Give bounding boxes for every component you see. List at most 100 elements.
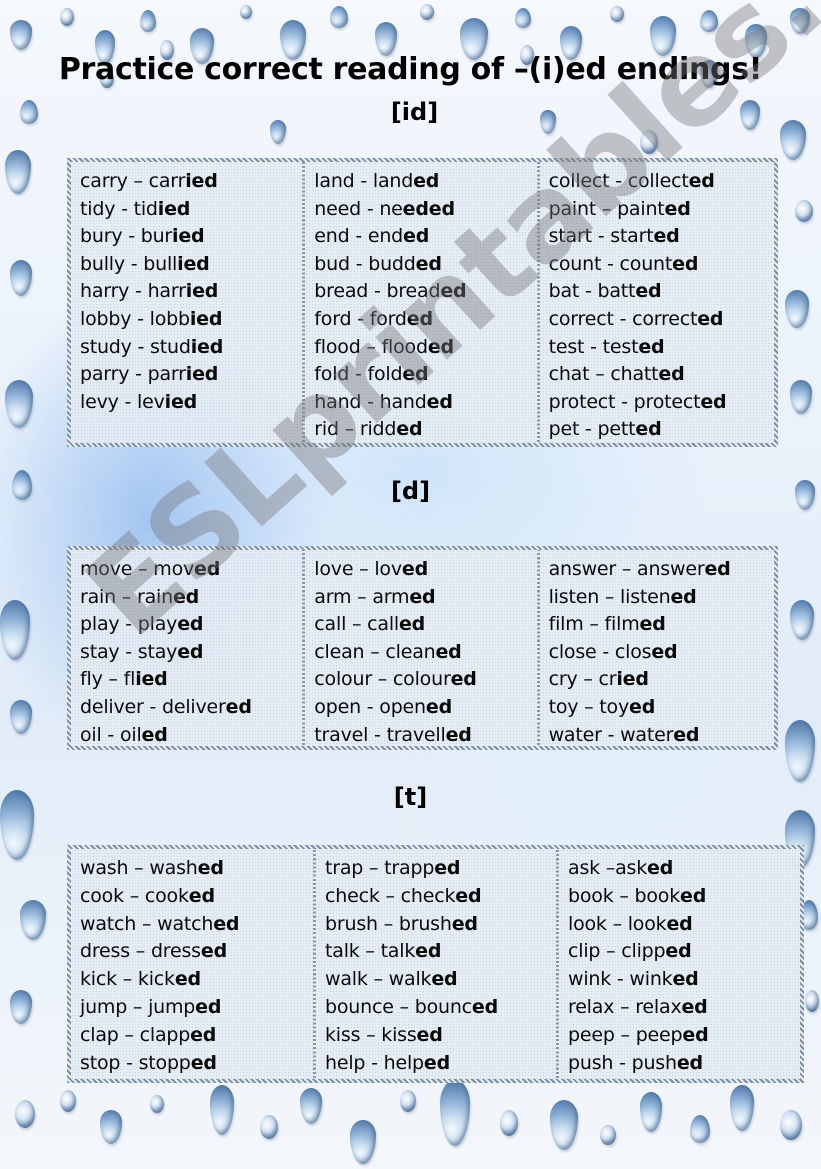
verb-pair: ask –asked <box>568 855 800 883</box>
verb-pair: brush – brushed <box>325 911 556 939</box>
past-ending: ied <box>185 363 219 386</box>
verb-pair: bounce – bounced <box>325 994 556 1022</box>
base-verb: cry <box>548 668 578 691</box>
water-drop-decoration <box>780 1110 802 1140</box>
past-ending: ed <box>450 668 477 691</box>
base-verb: stop <box>80 1051 121 1074</box>
separator: - <box>611 968 630 991</box>
separator: - <box>360 695 380 718</box>
base-verb: bud <box>314 252 350 275</box>
past-ending: ed <box>200 940 227 963</box>
separator: - <box>613 307 633 330</box>
verb-pair: land - landed <box>314 168 536 196</box>
separator: – <box>371 668 393 691</box>
water-drop-decoration <box>420 4 434 20</box>
water-drop-decoration <box>60 8 74 26</box>
base-verb: levy <box>80 390 119 413</box>
base-verb: trap <box>325 857 364 879</box>
past-stem: help <box>383 1051 424 1074</box>
base-verb: kick <box>80 968 117 991</box>
base-verb: call <box>314 613 347 636</box>
past-ending: ed <box>664 197 691 220</box>
past-stem: look <box>627 912 667 935</box>
water-drop-decoration <box>5 150 31 194</box>
separator: - <box>368 280 387 303</box>
water-drop-decoration <box>60 1090 76 1112</box>
past-ending: ed <box>445 723 472 746</box>
water-drop-decoration <box>350 1120 376 1164</box>
separator: - <box>131 335 151 358</box>
verb-pair: flood – flooded <box>314 334 536 362</box>
verb-pair: harry - harried <box>80 278 302 306</box>
past-stem: flood <box>381 335 428 358</box>
past-stem: rain <box>136 585 173 608</box>
past-stem: ridd <box>359 418 397 441</box>
verb-pair: clip – clipped <box>568 938 800 966</box>
separator: - <box>601 723 621 746</box>
past-stem: brush <box>398 912 452 935</box>
base-verb: collect <box>548 170 610 192</box>
past-ending: ed <box>635 418 662 441</box>
past-ending: ed <box>653 225 680 248</box>
past-stem: bounc <box>414 995 472 1018</box>
separator: - <box>615 390 634 413</box>
past-ending: ed <box>413 170 440 192</box>
separator: - <box>101 723 120 746</box>
word-column: trap – trapped check – checked brush – bru… <box>316 849 559 1079</box>
verb-pair: rid – ridded <box>314 416 536 444</box>
past-stem: peep <box>635 1023 683 1046</box>
verb-pair: walk – walked <box>325 966 556 994</box>
separator: - <box>129 280 148 303</box>
verb-pair: rain – rained <box>80 584 302 612</box>
verb-pair: wink - winked <box>568 966 800 994</box>
past-stem: stud <box>150 335 191 358</box>
past-stem: wash <box>149 857 198 879</box>
base-verb: clip <box>568 940 601 963</box>
base-verb: bread <box>314 280 369 303</box>
verb-pair: count - counted <box>549 251 774 279</box>
water-drop-decoration <box>400 1090 416 1112</box>
past-ending: ed <box>688 170 715 192</box>
past-stem: check <box>400 884 456 907</box>
verb-pair: tidy - tidied <box>80 196 302 224</box>
separator: – <box>578 695 600 718</box>
past-stem: fold <box>367 363 403 386</box>
past-stem: stopp <box>138 1051 191 1074</box>
water-drop-decoration <box>640 1092 662 1132</box>
base-verb: bury <box>80 225 123 248</box>
verb-pair: wash – washed <box>80 855 313 883</box>
past-ending: ed <box>697 307 724 330</box>
separator: – <box>102 668 124 691</box>
water-drop-decoration <box>795 200 813 222</box>
water-drop-decoration <box>330 6 348 28</box>
past-ending: ed <box>409 585 436 608</box>
past-stem: harr <box>147 280 186 303</box>
verb-pair: colour – coloured <box>314 666 536 694</box>
past-ending: ed <box>415 940 442 963</box>
word-column: love – loved arm – armed call – called clea… <box>305 550 540 746</box>
base-verb: play <box>80 613 120 636</box>
separator: - <box>118 390 138 413</box>
verb-pair: fold - folded <box>314 361 536 389</box>
water-drop-decoration <box>500 1110 518 1136</box>
past-ending: ed <box>658 363 685 386</box>
verb-pair: open - opened <box>314 694 536 722</box>
past-ending: ed <box>670 585 697 608</box>
verb-pair: test - tested <box>549 334 774 362</box>
past-stem: arm <box>372 585 410 608</box>
past-ending: ed <box>402 363 429 386</box>
verb-pair: play - played <box>80 611 302 639</box>
verb-pair: relax – relaxed <box>568 994 800 1022</box>
verb-pair: answer – answered <box>549 556 774 584</box>
past-stem: talk <box>380 940 416 963</box>
past-stem: mov <box>153 558 195 580</box>
verb-pair: need - needed <box>314 196 536 224</box>
base-verb: bully <box>80 252 125 275</box>
past-ending: ed <box>177 640 204 663</box>
water-drop-decoration <box>140 10 156 32</box>
water-drop-decoration <box>10 700 32 734</box>
water-drop-decoration <box>10 260 32 296</box>
base-verb: move <box>80 558 133 580</box>
base-verb: flood <box>314 335 361 358</box>
water-drop-decoration <box>610 6 624 22</box>
